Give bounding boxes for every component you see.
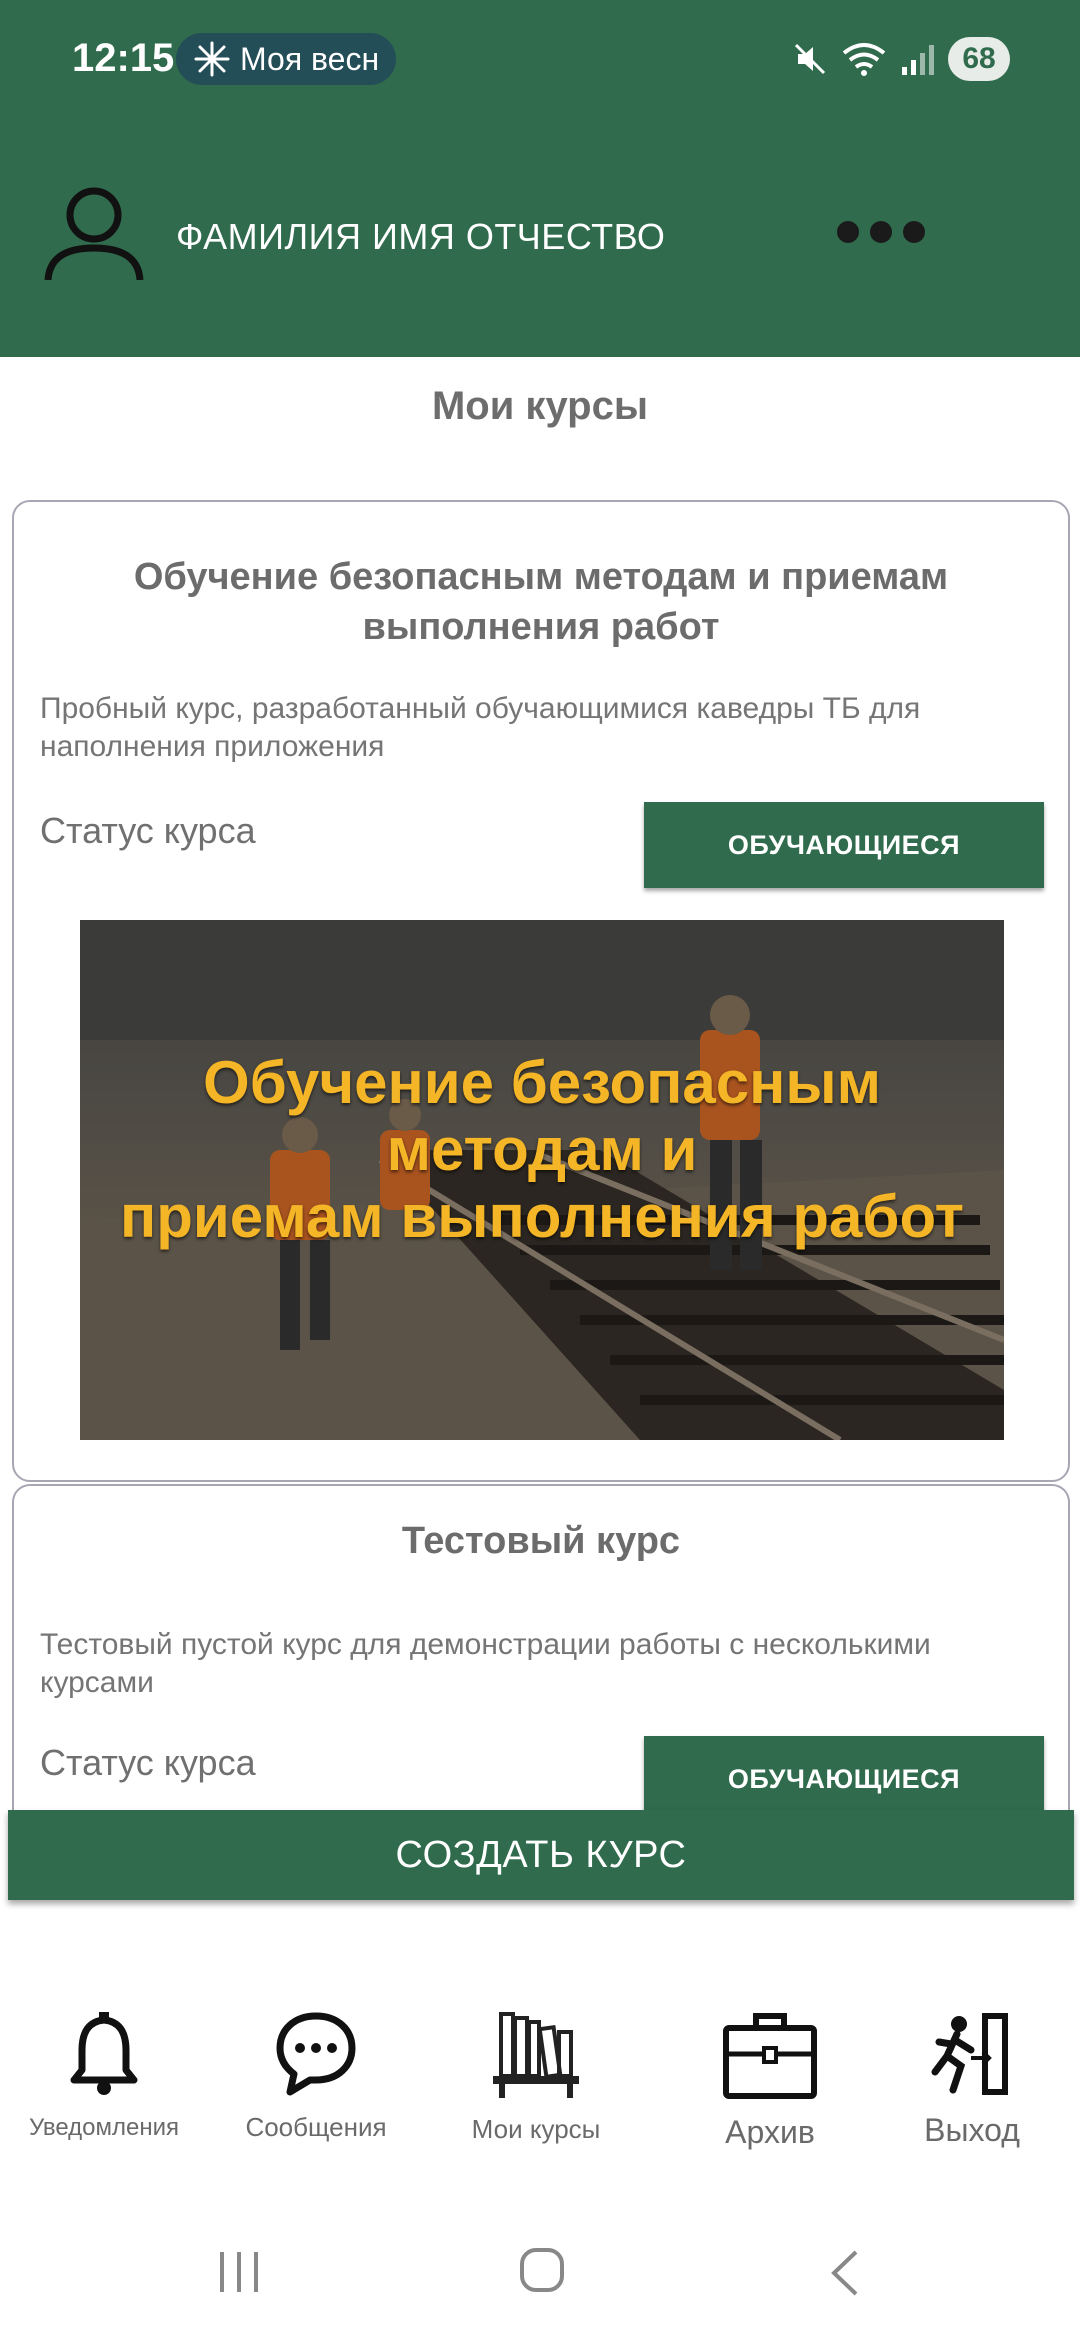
notification-pill: Моя весн	[176, 33, 396, 85]
course-status-button[interactable]: ОБУЧАЮЩИЕСЯ	[644, 802, 1044, 888]
home-icon[interactable]	[518, 2246, 566, 2294]
avatar-icon[interactable]	[44, 180, 144, 280]
nav-item-my-courses[interactable]: Мои курсы	[436, 1990, 636, 2145]
exit-icon	[931, 2013, 1008, 2095]
notification-text: Моя весн	[240, 40, 380, 77]
mute-icon	[794, 43, 826, 75]
status-icons: 68	[792, 34, 1010, 84]
nav-label: Уведомления	[28, 2114, 180, 2141]
battery-indicator: 68	[948, 37, 1010, 81]
nav-label: Сообщения	[245, 2112, 387, 2142]
course-description: Пробный курс, разработанный обучающимися…	[40, 692, 921, 763]
nav-label: Выход	[924, 2112, 1020, 2148]
recent-apps-icon[interactable]	[216, 2250, 262, 2294]
create-course-button[interactable]: СОЗДАТЬ КУРС	[8, 1810, 1074, 1900]
nav-label: Мои курсы	[471, 2114, 601, 2144]
course-cover-image[interactable]: Обучение безопасным методам и приемам вы…	[80, 920, 1004, 1440]
sparkle-icon	[194, 41, 230, 77]
nav-label: Архив	[725, 2114, 815, 2150]
nav-item-archive[interactable]: Архив	[670, 1990, 870, 2151]
more-options-icon[interactable]	[836, 218, 926, 246]
bell-icon	[70, 2012, 138, 2095]
briefcase-icon	[723, 2013, 817, 2099]
course-card[interactable]: Обучение безопасным методам и приемам вы…	[12, 500, 1070, 1482]
banner-text-line-1: Обучение безопасным	[203, 1049, 881, 1116]
wifi-icon	[842, 43, 886, 76]
course-status-label: Статус курса	[40, 1742, 256, 1783]
course-description: Тестовый пустой курс для демонстрации ра…	[40, 1628, 931, 1699]
user-name: ФАМИЛИЯ ИМЯ ОТЧЕСТВО	[176, 216, 666, 257]
app-header: 12:15 Моя весн 68 ФАМИЛИЯ ИМЯ ОТЧЕСТВО	[0, 0, 1080, 357]
nav-item-exit[interactable]: Выход	[872, 1990, 1072, 2149]
course-title: Обучение безопасным методам и приемам вы…	[133, 556, 949, 648]
bookshelf-icon	[493, 2012, 579, 2098]
nav-item-notifications[interactable]: Уведомления	[4, 1990, 204, 2142]
back-icon[interactable]	[828, 2250, 860, 2296]
signal-icon	[902, 45, 934, 75]
chat-icon	[276, 2012, 356, 2096]
course-card[interactable]: Тестовый курс Тестовый пустой курс для д…	[12, 1484, 1070, 1824]
status-time: 12:15	[72, 36, 175, 80]
banner-text-line-2: методам и	[386, 1116, 698, 1183]
bottom-navigation: Уведомления Сообщения Мои курсы Архив Вы…	[0, 1990, 1080, 2190]
course-title: Тестовый курс	[401, 1520, 681, 1562]
system-navigation-bar	[0, 2220, 1080, 2320]
course-status-label: Статус курса	[40, 810, 256, 851]
nav-item-messages[interactable]: Сообщения	[216, 1990, 416, 2143]
banner-text-line-3: приемам выполнения работ	[119, 1183, 965, 1250]
page-title: Мои курсы	[431, 384, 649, 428]
